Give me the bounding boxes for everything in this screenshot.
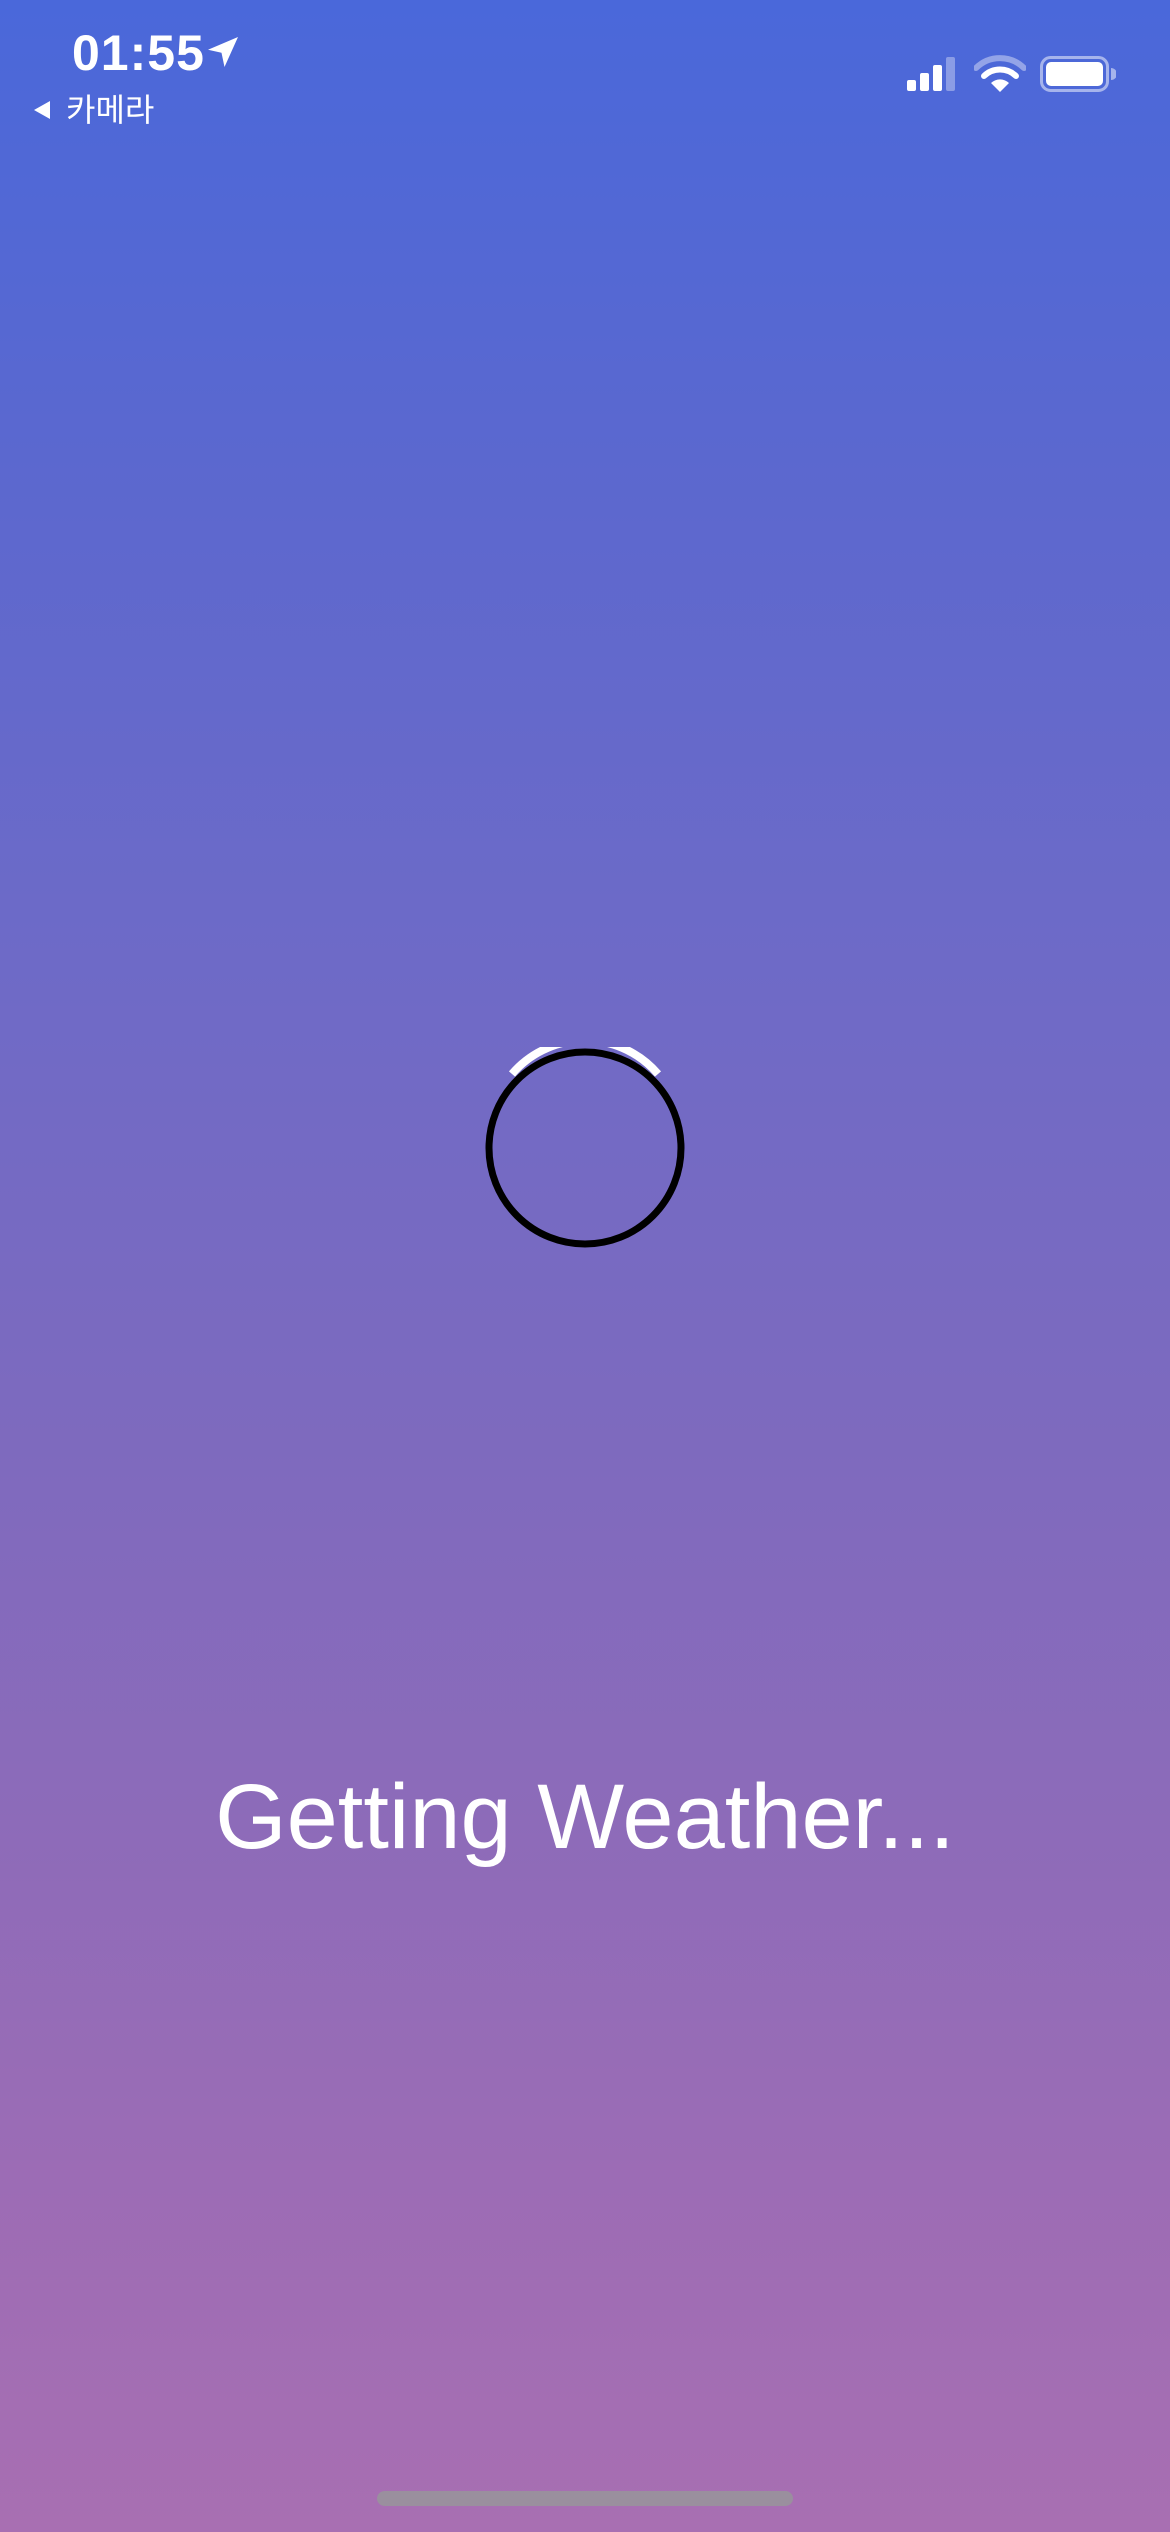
status-bar: 01:55 카메라 — [0, 0, 1170, 140]
back-to-app-button[interactable]: 카메라 — [30, 88, 154, 132]
back-app-label: 카메라 — [66, 91, 155, 129]
spinner-track — [485, 1048, 685, 1248]
home-indicator[interactable] — [377, 2491, 793, 2506]
loading-message: Getting Weather... — [215, 1766, 955, 1868]
status-time: 01:55 — [72, 25, 205, 81]
cellular-signal-icon — [907, 57, 955, 91]
back-arrow-icon — [34, 101, 50, 119]
location-arrow-icon — [208, 37, 238, 67]
battery-icon — [1040, 56, 1116, 92]
loading-spinner — [485, 1047, 685, 1248]
wifi-icon — [974, 55, 1026, 92]
